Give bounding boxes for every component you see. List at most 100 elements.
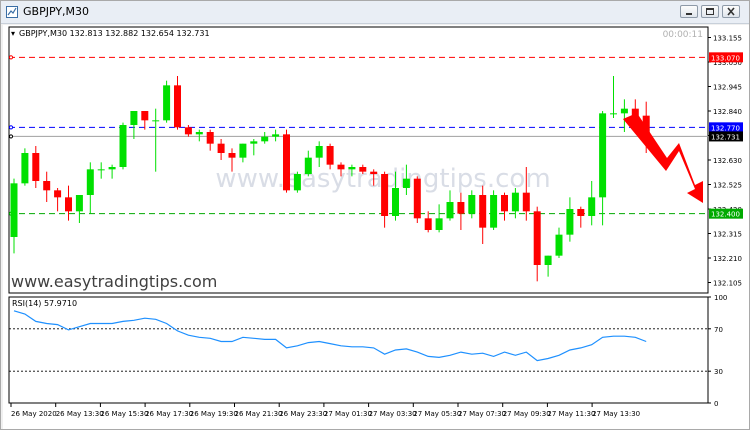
candle-body [544, 255, 552, 265]
candle-body [206, 132, 214, 144]
candle-body [239, 143, 247, 158]
candle-body [86, 169, 94, 195]
candle-body [511, 192, 519, 212]
candle-body [348, 167, 356, 170]
rsi-tick-label: 30 [714, 368, 723, 376]
candle-body [54, 190, 62, 198]
price-axis: 133.155133.050132.945132.840132.735132.6… [708, 35, 742, 288]
candle-body [577, 209, 585, 216]
candle-body [250, 141, 258, 144]
time-tick-label: 26 May 2020 [11, 410, 57, 418]
candle-body [479, 195, 487, 228]
candle-body [370, 171, 378, 174]
chart-window: GBPJPY,M30 www.easytradingtips.com ▾ GBP… [0, 0, 750, 430]
candle-body [566, 209, 574, 235]
minimize-icon [686, 13, 692, 15]
close-button[interactable] [722, 5, 740, 18]
time-tick-label: 27 May 11:30 [547, 410, 595, 418]
level-label-blue: 132.770 [711, 124, 740, 132]
candle-body [228, 153, 236, 158]
time-tick-label: 26 May 15:30 [100, 410, 148, 418]
candle-body [599, 113, 607, 198]
candle-body [272, 134, 280, 137]
candle-body [490, 195, 498, 228]
time-tick-label: 27 May 03:30 [369, 410, 417, 418]
level-label-red: 133.070 [711, 54, 740, 62]
rsi-tick-label: 100 [714, 294, 727, 302]
price-tick-label: 132.315 [713, 231, 742, 239]
time-tick-label: 26 May 23:30 [279, 410, 327, 418]
candle-body [130, 111, 138, 125]
candle-body [468, 195, 476, 214]
time-tick-label: 27 May 05:30 [413, 410, 461, 418]
candle-body [501, 195, 508, 212]
price-tick-label: 132.210 [713, 255, 742, 263]
candle-body [32, 153, 40, 181]
candle-body [43, 181, 51, 191]
price-tick-label: 132.945 [713, 84, 742, 92]
candle-body [402, 178, 410, 188]
candle-body [555, 234, 563, 256]
level-label-green: 132.400 [711, 211, 740, 219]
price-tick-label: 132.840 [713, 108, 742, 116]
price-tick-label: 132.630 [713, 157, 742, 165]
candle-body [381, 174, 389, 216]
time-tick-label: 26 May 21:30 [235, 410, 283, 418]
candle-body [522, 192, 530, 212]
maximize-icon [706, 8, 714, 15]
window-title: GBPJPY,M30 [23, 5, 90, 18]
price-tick-label: 132.105 [713, 280, 742, 288]
window-titlebar[interactable]: GBPJPY,M30 [1, 1, 749, 24]
time-axis: 26 May 2020 26 May 13:3026 May 15:3026 Ma… [10, 403, 640, 418]
rsi-label: RSI(14) 57.9710 [12, 299, 77, 308]
candle-body [588, 197, 596, 216]
candle-body [413, 178, 421, 219]
chart-canvas[interactable]: www.easytradingtips.com ▾ GBPJPY,M30 132… [3, 25, 749, 429]
candle-body [184, 127, 192, 135]
candle-body [315, 146, 323, 158]
time-tick-label: 26 May 17:30 [145, 410, 193, 418]
close-icon [727, 7, 735, 16]
rsi-panel [8, 296, 709, 404]
candle-body [359, 167, 367, 172]
candle-body [119, 125, 127, 167]
symbol-info: GBPJPY,M30 132.813 132.882 132.654 132.7… [19, 29, 210, 38]
candle-body [108, 167, 116, 170]
price-level-labels: 133.070 132.770132.731 132.400 [709, 52, 743, 219]
bar-timer: 00:00:11 [663, 30, 703, 40]
candle-body [10, 183, 18, 237]
candle-body [304, 157, 312, 174]
candle-body [195, 132, 203, 135]
time-tick-label: 27 May 09:30 [503, 410, 551, 418]
level-anchor-blue [8, 125, 14, 130]
candle-body [610, 113, 617, 115]
candle-body [65, 197, 72, 212]
price-tick-label: 132.525 [713, 182, 742, 190]
rsi-tick-label: 70 [714, 326, 723, 334]
candle-body [457, 202, 465, 214]
candle-body [326, 146, 334, 165]
watermark-left: www.easytradingtips.com [11, 272, 217, 291]
candle-body [435, 218, 443, 230]
chart-window-icon [6, 6, 18, 18]
chart-header-triangle: ▾ [11, 29, 15, 38]
candle-body [293, 174, 301, 191]
level-anchor-last [8, 134, 14, 139]
rsi-tick-label: 0 [714, 400, 718, 408]
candle-body [141, 111, 149, 121]
maximize-button[interactable] [701, 5, 719, 18]
minimize-button[interactable] [680, 5, 698, 18]
candle-body [337, 164, 345, 170]
chart-area[interactable]: www.easytradingtips.com ▾ GBPJPY,M30 132… [3, 25, 749, 429]
candle-body [75, 195, 83, 212]
time-tick-label: 27 May 13:30 [592, 410, 640, 418]
candle-body [163, 85, 171, 121]
time-tick-label: 27 May 01:30 [324, 410, 372, 418]
candle-body [261, 136, 269, 142]
time-tick-label: 26 May 13:30 [56, 410, 104, 418]
candle-body [21, 153, 29, 184]
level-anchor-red [8, 55, 14, 60]
time-tick-label: 26 May 19:30 [190, 410, 238, 418]
candle-body [424, 218, 432, 230]
time-tick-label: 27 May 07:30 [458, 410, 506, 418]
